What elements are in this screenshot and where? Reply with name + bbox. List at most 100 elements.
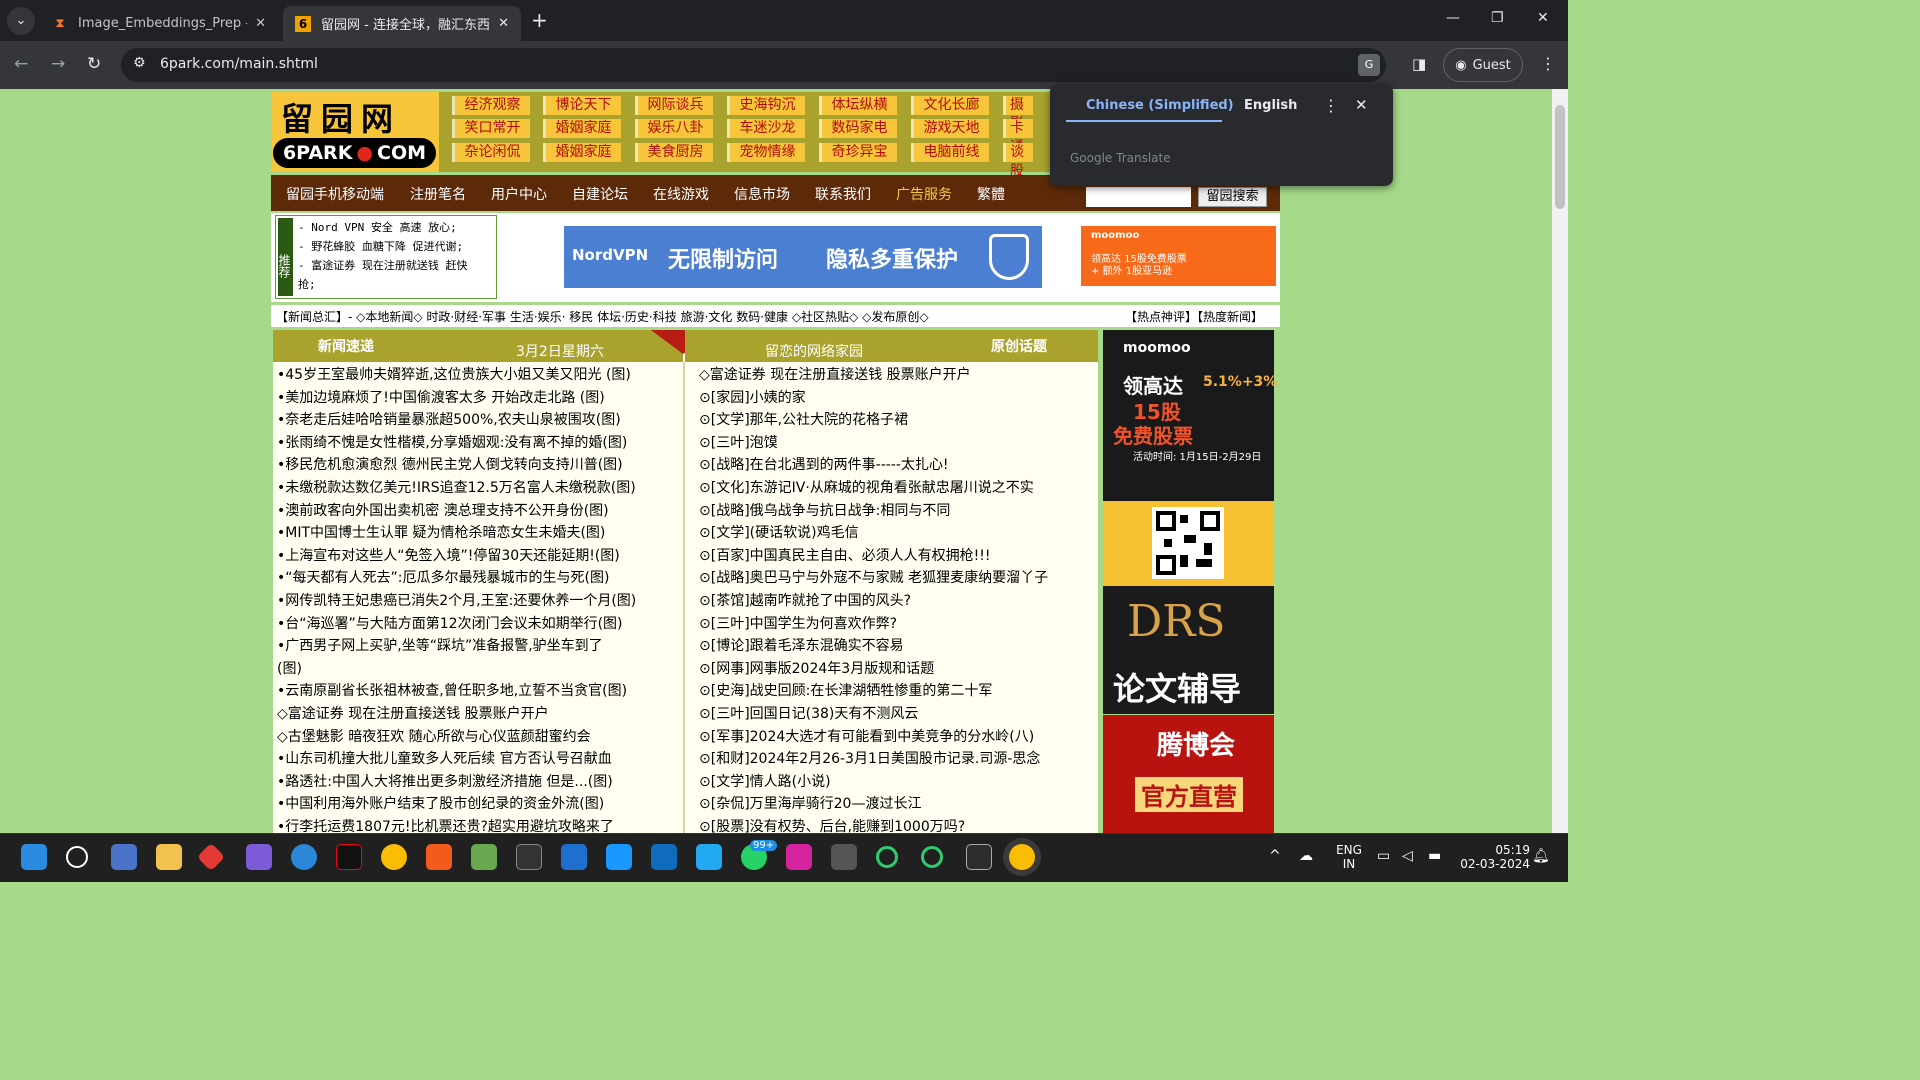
forum-menu-item[interactable]: 文化长廊 — [911, 96, 989, 115]
nav-games[interactable]: 在线游戏 — [653, 184, 709, 204]
photos-icon[interactable] — [471, 844, 497, 870]
minimize-icon[interactable]: — — [1446, 10, 1460, 26]
prime-video-icon[interactable] — [606, 844, 632, 870]
vertical-scrollbar[interactable] — [1552, 89, 1568, 833]
profile-button[interactable]: ◉ Guest — [1443, 48, 1523, 82]
news-link[interactable]: •山东司机撞大批儿童致多人死后续 官方否认号召献血 — [277, 748, 681, 771]
news-link[interactable]: •奈老走后娃哈哈销量暴涨超500%,农夫山泉被围攻(图) — [277, 409, 681, 432]
forum-menu-item[interactable]: 奇珍异宝 — [819, 143, 897, 162]
forum-menu-item[interactable]: 宠物情缘 — [727, 143, 805, 162]
news-link[interactable]: ⊙[战略]俄乌战争与抗日战争:相同与不同 — [699, 500, 1094, 523]
news-link[interactable]: •云南原副省长张祖林被查,曾任职多地,立誓不当贪官(图) — [277, 680, 681, 703]
close-icon[interactable]: ✕ — [255, 16, 266, 31]
category-links[interactable]: 【新闻总汇】- ◇本地新闻◇ 时政·财经·军事 生活·娱乐· 移民 体坛·历史·… — [276, 308, 929, 325]
recommend-link[interactable]: - 富途证券 现在注册就送钱 赶快 — [298, 257, 468, 273]
scrollbar-thumb[interactable] — [1555, 105, 1565, 209]
forum-menu-item[interactable]: 谈股 — [1003, 143, 1033, 179]
forum-menu-item[interactable]: 卡通 — [1003, 119, 1033, 155]
news-link[interactable]: ⊙[博论]跟着毛泽东混确实不容易 — [699, 635, 1094, 658]
news-link[interactable]: ⊙[三叶]回国日记(38)天有不测风云 — [699, 703, 1094, 726]
tab-6park[interactable]: 6 留园网 - 连接全球，融汇东西 6 ✕ — [283, 6, 521, 41]
volume-icon[interactable]: ◁ — [1402, 848, 1413, 864]
news-link[interactable]: •45岁王室最帅夫婿猝逝,这位贵族大小姐又美又阳光 (图) — [277, 364, 681, 387]
news-link[interactable]: •中国利用海外账户结束了股市创纪录的资金外流(图) — [277, 793, 681, 816]
side-panel-icon[interactable]: ◨ — [1412, 55, 1426, 73]
tab-jupyter[interactable]: ⧗ Image_Embeddings_Prep - Jupy ✕ — [40, 6, 278, 41]
news-link[interactable]: ⊙[文学](硬话软说)鸡毛信 — [699, 522, 1094, 545]
chrome-icon[interactable] — [381, 844, 407, 870]
news-link[interactable]: ◇富途证券 现在注册直接送钱 股票账户开户 — [277, 703, 681, 726]
forum-menu-item[interactable]: 电脑前线 — [911, 143, 989, 162]
close-icon[interactable]: ✕ — [498, 16, 509, 31]
news-link[interactable]: (图) — [277, 658, 681, 681]
app-blue-icon[interactable] — [561, 844, 587, 870]
nav-ads[interactable]: 广告服务 — [896, 184, 952, 204]
translate-source-tab[interactable]: Chinese (Simplified) — [1086, 98, 1234, 113]
site-info-icon[interactable]: ⚙ — [133, 55, 146, 71]
news-link[interactable]: ⊙[家园]小姨的家 — [699, 387, 1094, 410]
news-link[interactable]: ⊙[杂侃]万里海岸骑行20—渡过长江 — [699, 793, 1094, 816]
news-link[interactable]: ⊙[和财]2024年2月26-3月1日美国股市记录.司源-思念 — [699, 748, 1094, 771]
news-link[interactable]: •台“海巡署”与大陆方面第12次闭门会议未如期举行(图) — [277, 613, 681, 636]
news-link[interactable]: ⊙[百家]中国真民主自由、必须人人有权拥枪!!! — [699, 545, 1094, 568]
forum-menu-item[interactable]: 婚姻家庭 — [543, 143, 621, 162]
forum-menu-item[interactable]: 体坛纵横 — [819, 96, 897, 115]
news-link[interactable]: •未缴税款达数亿美元!IRS追查12.5万名富人未缴税款(图) — [277, 477, 681, 500]
recommend-link[interactable]: - 野花蜂胶 血糖下降 促进代谢; — [298, 238, 463, 254]
news-link[interactable]: ⊙[三叶]泡馍 — [699, 432, 1094, 455]
news-link[interactable]: ⊙[股票]没有权势、后台,能赚到1000万吗? — [699, 816, 1094, 833]
moomoo-ad[interactable]: moomoo 领高达 5.1%+3% 15股 免费股票 活动时间: 1月15日-… — [1103, 330, 1277, 501]
start-icon[interactable] — [21, 844, 47, 870]
news-link[interactable]: ⊙[文学]情人路(小说) — [699, 771, 1094, 794]
store-icon[interactable] — [111, 844, 137, 870]
news-link[interactable]: ⊙[网事]网事版2024年3月版规和话题 — [699, 658, 1094, 681]
forum-menu-item[interactable]: 美食厨房 — [635, 143, 713, 162]
forum-menu-item[interactable]: 数码家电 — [819, 119, 897, 138]
window-close-icon[interactable]: ✕ — [1537, 10, 1549, 26]
news-link[interactable]: ⊙[军事]2024大选才有可能看到中美竞争的分水岭(八) — [699, 726, 1094, 749]
close-icon[interactable]: ✕ — [1355, 96, 1368, 114]
chevron-up-icon[interactable]: ^ — [1269, 848, 1281, 864]
forum-menu-item[interactable]: 婚姻家庭 — [543, 119, 621, 138]
app-green-ring-icon[interactable] — [876, 846, 898, 868]
drs-ad[interactable]: DRS 论文辅导 — [1103, 586, 1274, 714]
news-link[interactable]: ⊙[文化]东游记IV·从麻城的视角看张献忠屠川说之不实 — [699, 477, 1094, 500]
news-link[interactable]: •澳前政客向外国出卖机密 澳总理支持不公开身份(图) — [277, 500, 681, 523]
powershell-icon[interactable] — [966, 844, 992, 870]
news-link[interactable]: ◇古堡魅影 暗夜狂欢 随心所欲与心仪蓝颜甜蜜约会 — [277, 726, 681, 749]
menu-icon[interactable]: ⋮ — [1540, 54, 1556, 73]
app-green-ring-icon-2[interactable] — [921, 846, 943, 868]
forum-menu-item[interactable]: 笑口常开 — [452, 119, 530, 138]
nav-market[interactable]: 信息市场 — [734, 184, 790, 204]
forum-menu-item[interactable]: 博论天下 — [543, 96, 621, 115]
forward-icon[interactable]: → — [51, 54, 65, 74]
file-explorer-icon[interactable] — [156, 844, 182, 870]
chrome-active-icon[interactable] — [1009, 844, 1035, 870]
vscode-icon[interactable] — [696, 844, 722, 870]
recommend-link[interactable]: 抢; — [298, 276, 316, 292]
news-link[interactable]: •MIT中国博士生认罪 疑为情枪杀暗恋女生未婚夫(图) — [277, 522, 681, 545]
news-link[interactable]: •美加边境麻烦了!中国偷渡客太多 开始改走北路 (图) — [277, 387, 681, 410]
news-link[interactable]: ⊙[茶馆]越南咋就抢了中国的风头? — [699, 590, 1094, 613]
app-gray-icon[interactable] — [831, 844, 857, 870]
news-link[interactable]: ⊙[三叶]中国学生为何喜欢作弊? — [699, 613, 1094, 636]
moomoo-banner-small[interactable]: moomoo 领高达 15股免费股票 + 额外 1股亚马逊 — [1081, 226, 1276, 286]
search-icon[interactable] — [66, 846, 88, 868]
netflix-icon[interactable] — [336, 844, 362, 870]
network-icon[interactable]: ▭ — [1377, 848, 1390, 864]
news-link[interactable]: •上海宣布对这些人“免签入境”!停留30天还能延期!(图) — [277, 545, 681, 568]
instagram-icon[interactable] — [786, 844, 812, 870]
forum-menu-item[interactable]: 网际谈兵 — [635, 96, 713, 115]
battery-icon[interactable]: ▬ — [1428, 848, 1441, 864]
search-input[interactable] — [1086, 187, 1191, 207]
news-link[interactable]: ⊙[文学]那年,公社大院的花格子裙 — [699, 409, 1094, 432]
news-link[interactable]: •“每天都有人死去”:厄瓜多尔最残暴城市的生与死(图) — [277, 567, 681, 590]
outlook-icon[interactable] — [651, 844, 677, 870]
nordvpn-banner[interactable]: NordVPN 无限制访问 隐私多重保护 — [564, 226, 1042, 288]
news-link[interactable]: •移民危机愈演愈烈 德州民主党人倒戈转向支持川普(图) — [277, 454, 681, 477]
recommend-link[interactable]: - Nord VPN 安全 高速 放心; — [298, 219, 457, 235]
news-link[interactable]: •网传凯特王妃患癌已消失2个月,王室:还要休养一个月(图) — [277, 590, 681, 613]
brave-icon[interactable] — [426, 844, 452, 870]
hot-links[interactable]: 【热点神评】【热度新闻】 — [1125, 308, 1263, 325]
nav-user-center[interactable]: 用户中心 — [491, 184, 547, 204]
